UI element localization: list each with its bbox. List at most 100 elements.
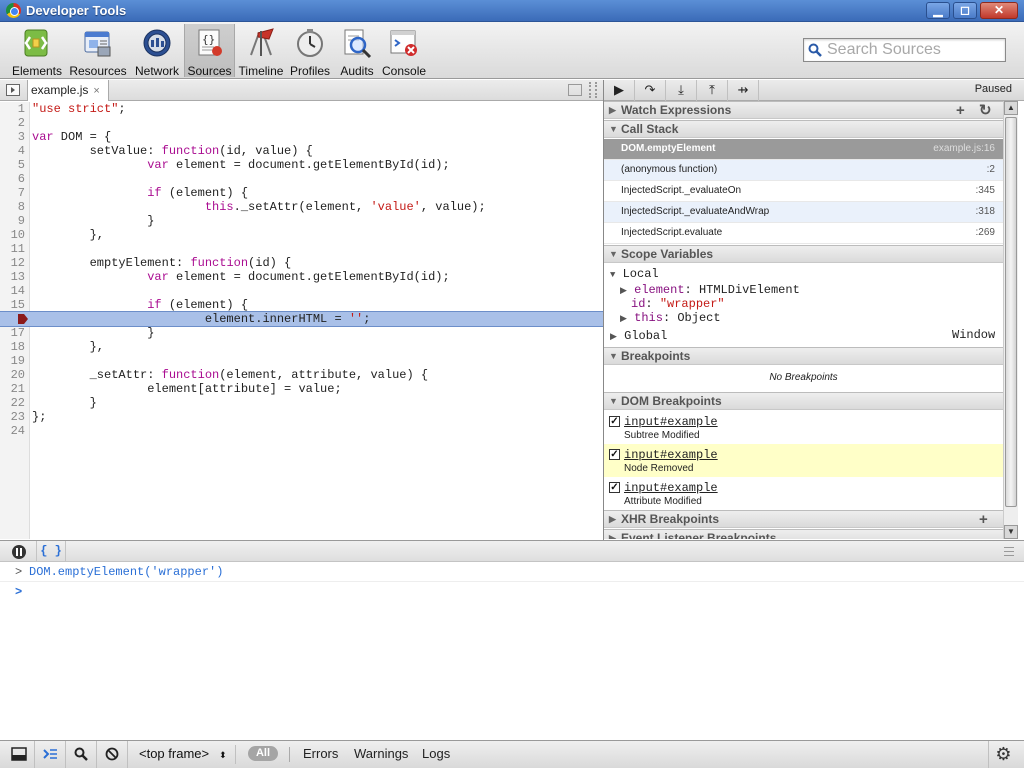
chrome-icon	[6, 3, 21, 18]
scope-var-id: id: "wrapper"	[631, 297, 725, 311]
deactivate-breakpoints-button[interactable]: ⇸	[728, 80, 759, 101]
dom-breakpoint-item: ✓ input#example Subtree Modified	[604, 411, 1003, 444]
scope-global[interactable]: ▶ Global	[610, 329, 667, 343]
search-input[interactable]	[827, 41, 1003, 59]
tab-sources[interactable]: {} Sources	[184, 24, 235, 78]
console-prompt-icon: >	[15, 585, 23, 599]
scope-var-this[interactable]: ▶ this: Object	[620, 311, 721, 325]
inspect-element-button[interactable]	[66, 741, 97, 768]
tab-resources[interactable]: Resources	[68, 24, 128, 78]
scope-variables-header[interactable]: ▼ Scope Variables	[604, 245, 1003, 263]
collapse-triangle-icon: ▼	[609, 124, 618, 134]
clear-console-button[interactable]	[97, 741, 128, 768]
window-title: Developer Tools	[26, 3, 127, 18]
settings-button[interactable]: ⚙	[988, 741, 1018, 768]
code-line: 17 }	[10, 326, 155, 340]
code-line: 15 if (element) {	[10, 298, 249, 312]
watch-expressions-header[interactable]: ▶ Watch Expressions + ↻	[604, 101, 1003, 119]
dock-icon	[11, 747, 27, 761]
title-bar: Developer Tools ▁ ◻ ✕	[0, 0, 1024, 22]
tab-audits[interactable]: Audits	[336, 24, 378, 78]
pause-on-exceptions-icon[interactable]	[12, 545, 26, 559]
tab-elements[interactable]: Elements	[10, 24, 64, 78]
dom-breakpoint-node-link[interactable]: input#example	[624, 448, 718, 462]
console-history-entry: > DOM.emptyElement('wrapper')	[0, 563, 1024, 582]
console-drawer-icon	[43, 749, 57, 759]
tab-console[interactable]: Console	[382, 24, 426, 78]
debugger-status: Paused	[974, 83, 1012, 95]
expand-triangle-icon: ▶	[609, 105, 616, 115]
close-tab-icon[interactable]: ×	[93, 85, 99, 97]
scope-var-element[interactable]: ▶ element: HTMLDivElement	[620, 283, 800, 297]
search-sources-box[interactable]	[803, 38, 1006, 62]
execution-line: element.innerHTML = '';	[0, 311, 603, 327]
step-over-button[interactable]: ↷	[635, 80, 666, 101]
dom-breakpoint-item: ✓ input#example Node Removed	[604, 444, 1003, 477]
filter-errors-button[interactable]: Errors	[303, 746, 338, 761]
console-input-line[interactable]: >	[0, 583, 1024, 602]
call-stack-header[interactable]: ▼ Call Stack	[604, 120, 1003, 138]
resize-grip-icon[interactable]	[1004, 547, 1014, 556]
close-window-button[interactable]: ✕	[980, 2, 1018, 19]
dom-breakpoints-title: DOM Breakpoints	[621, 394, 722, 408]
dom-breakpoints-header[interactable]: ▼ DOM Breakpoints	[604, 392, 1003, 410]
file-tab-example-js[interactable]: example.js ×	[27, 80, 109, 101]
xhr-breakpoints-header[interactable]: ▶ XHR Breakpoints +	[604, 510, 1003, 528]
tab-profiles[interactable]: Profiles	[288, 24, 332, 78]
scope-local[interactable]: ▼ Local	[610, 267, 659, 281]
call-frame[interactable]: (anonymous function):2	[604, 160, 1003, 181]
tab-timeline-label: Timeline	[238, 64, 284, 78]
tab-network[interactable]: Network	[132, 24, 182, 78]
scroll-up-arrow-icon[interactable]: ▲	[1004, 101, 1018, 115]
add-watch-button[interactable]: +	[956, 102, 965, 119]
dom-breakpoint-checkbox[interactable]: ✓	[609, 449, 620, 460]
minimize-button[interactable]: ▁	[926, 2, 950, 19]
toggle-debugger-sidebar-icon[interactable]	[568, 84, 582, 96]
refresh-watch-button[interactable]: ↻	[979, 102, 992, 119]
dom-breakpoint-checkbox[interactable]: ✓	[609, 482, 620, 493]
breakpoints-header[interactable]: ▼ Breakpoints	[604, 347, 1003, 365]
filter-warnings-button[interactable]: Warnings	[354, 746, 408, 761]
debugger-toolbar: ▶ ↷ ⤓ ⤒ ⇸ Paused	[604, 80, 1024, 101]
dom-breakpoint-node-link[interactable]: input#example	[624, 481, 718, 495]
code-line: 11	[10, 242, 25, 256]
dom-breakpoint-node-link[interactable]: input#example	[624, 415, 718, 429]
step-into-button[interactable]: ⤓	[666, 80, 697, 101]
sidebar-scrollbar[interactable]: ▲ ▼	[1003, 101, 1018, 539]
expand-triangle-icon: ▶	[609, 533, 616, 539]
dock-toggle-button[interactable]	[4, 741, 35, 768]
console-panel[interactable]: > DOM.emptyElement('wrapper') >	[0, 563, 1024, 740]
code-line: 6	[17, 172, 25, 186]
dom-breakpoint-item: ✓ input#example Attribute Modified	[604, 477, 1003, 510]
dom-breakpoint-checkbox[interactable]: ✓	[609, 416, 620, 427]
call-frame[interactable]: InjectedScript._evaluateOn:345	[604, 181, 1003, 202]
call-frame[interactable]: InjectedScript._evaluateAndWrap:318	[604, 202, 1003, 223]
show-navigator-icon[interactable]	[6, 84, 20, 96]
expand-triangle-icon: ▶	[620, 286, 627, 296]
call-frame[interactable]: DOM.emptyElement example.js:16	[604, 139, 1003, 160]
event-listener-breakpoints-header[interactable]: ▶ Event Listener Breakpoints	[604, 529, 1003, 539]
gear-icon: ⚙	[995, 744, 1012, 764]
maximize-button[interactable]: ◻	[953, 2, 977, 19]
scrollbar-thumb[interactable]	[1005, 117, 1017, 507]
no-breakpoints-message: No Breakpoints	[769, 372, 838, 383]
step-out-button[interactable]: ⤒	[697, 80, 728, 101]
split-handle-icon[interactable]	[589, 82, 597, 98]
tab-network-label: Network	[134, 64, 179, 78]
call-frame[interactable]: InjectedScript.evaluate:269	[604, 223, 1003, 244]
profiles-icon	[294, 27, 326, 59]
pretty-print-button[interactable]: { }	[36, 541, 66, 562]
filter-all-button[interactable]: All	[248, 746, 278, 761]
tab-timeline[interactable]: Timeline	[238, 24, 284, 78]
filter-divider	[289, 747, 290, 762]
add-xhr-breakpoint-button[interactable]: +	[979, 511, 988, 528]
timeline-icon	[245, 27, 277, 59]
filter-logs-button[interactable]: Logs	[422, 746, 450, 761]
code-editor[interactable]: 1 "use strict"; 2 3 var DOM = { 4 setValue…	[0, 102, 603, 539]
resume-button[interactable]: ▶	[604, 80, 635, 101]
scroll-down-arrow-icon[interactable]: ▼	[1004, 525, 1018, 539]
frame-selector[interactable]: <top frame> ⬍	[131, 745, 236, 764]
show-console-button[interactable]	[35, 741, 66, 768]
execution-pointer-icon[interactable]	[18, 314, 28, 324]
collapse-triangle-icon: ▼	[610, 270, 616, 280]
